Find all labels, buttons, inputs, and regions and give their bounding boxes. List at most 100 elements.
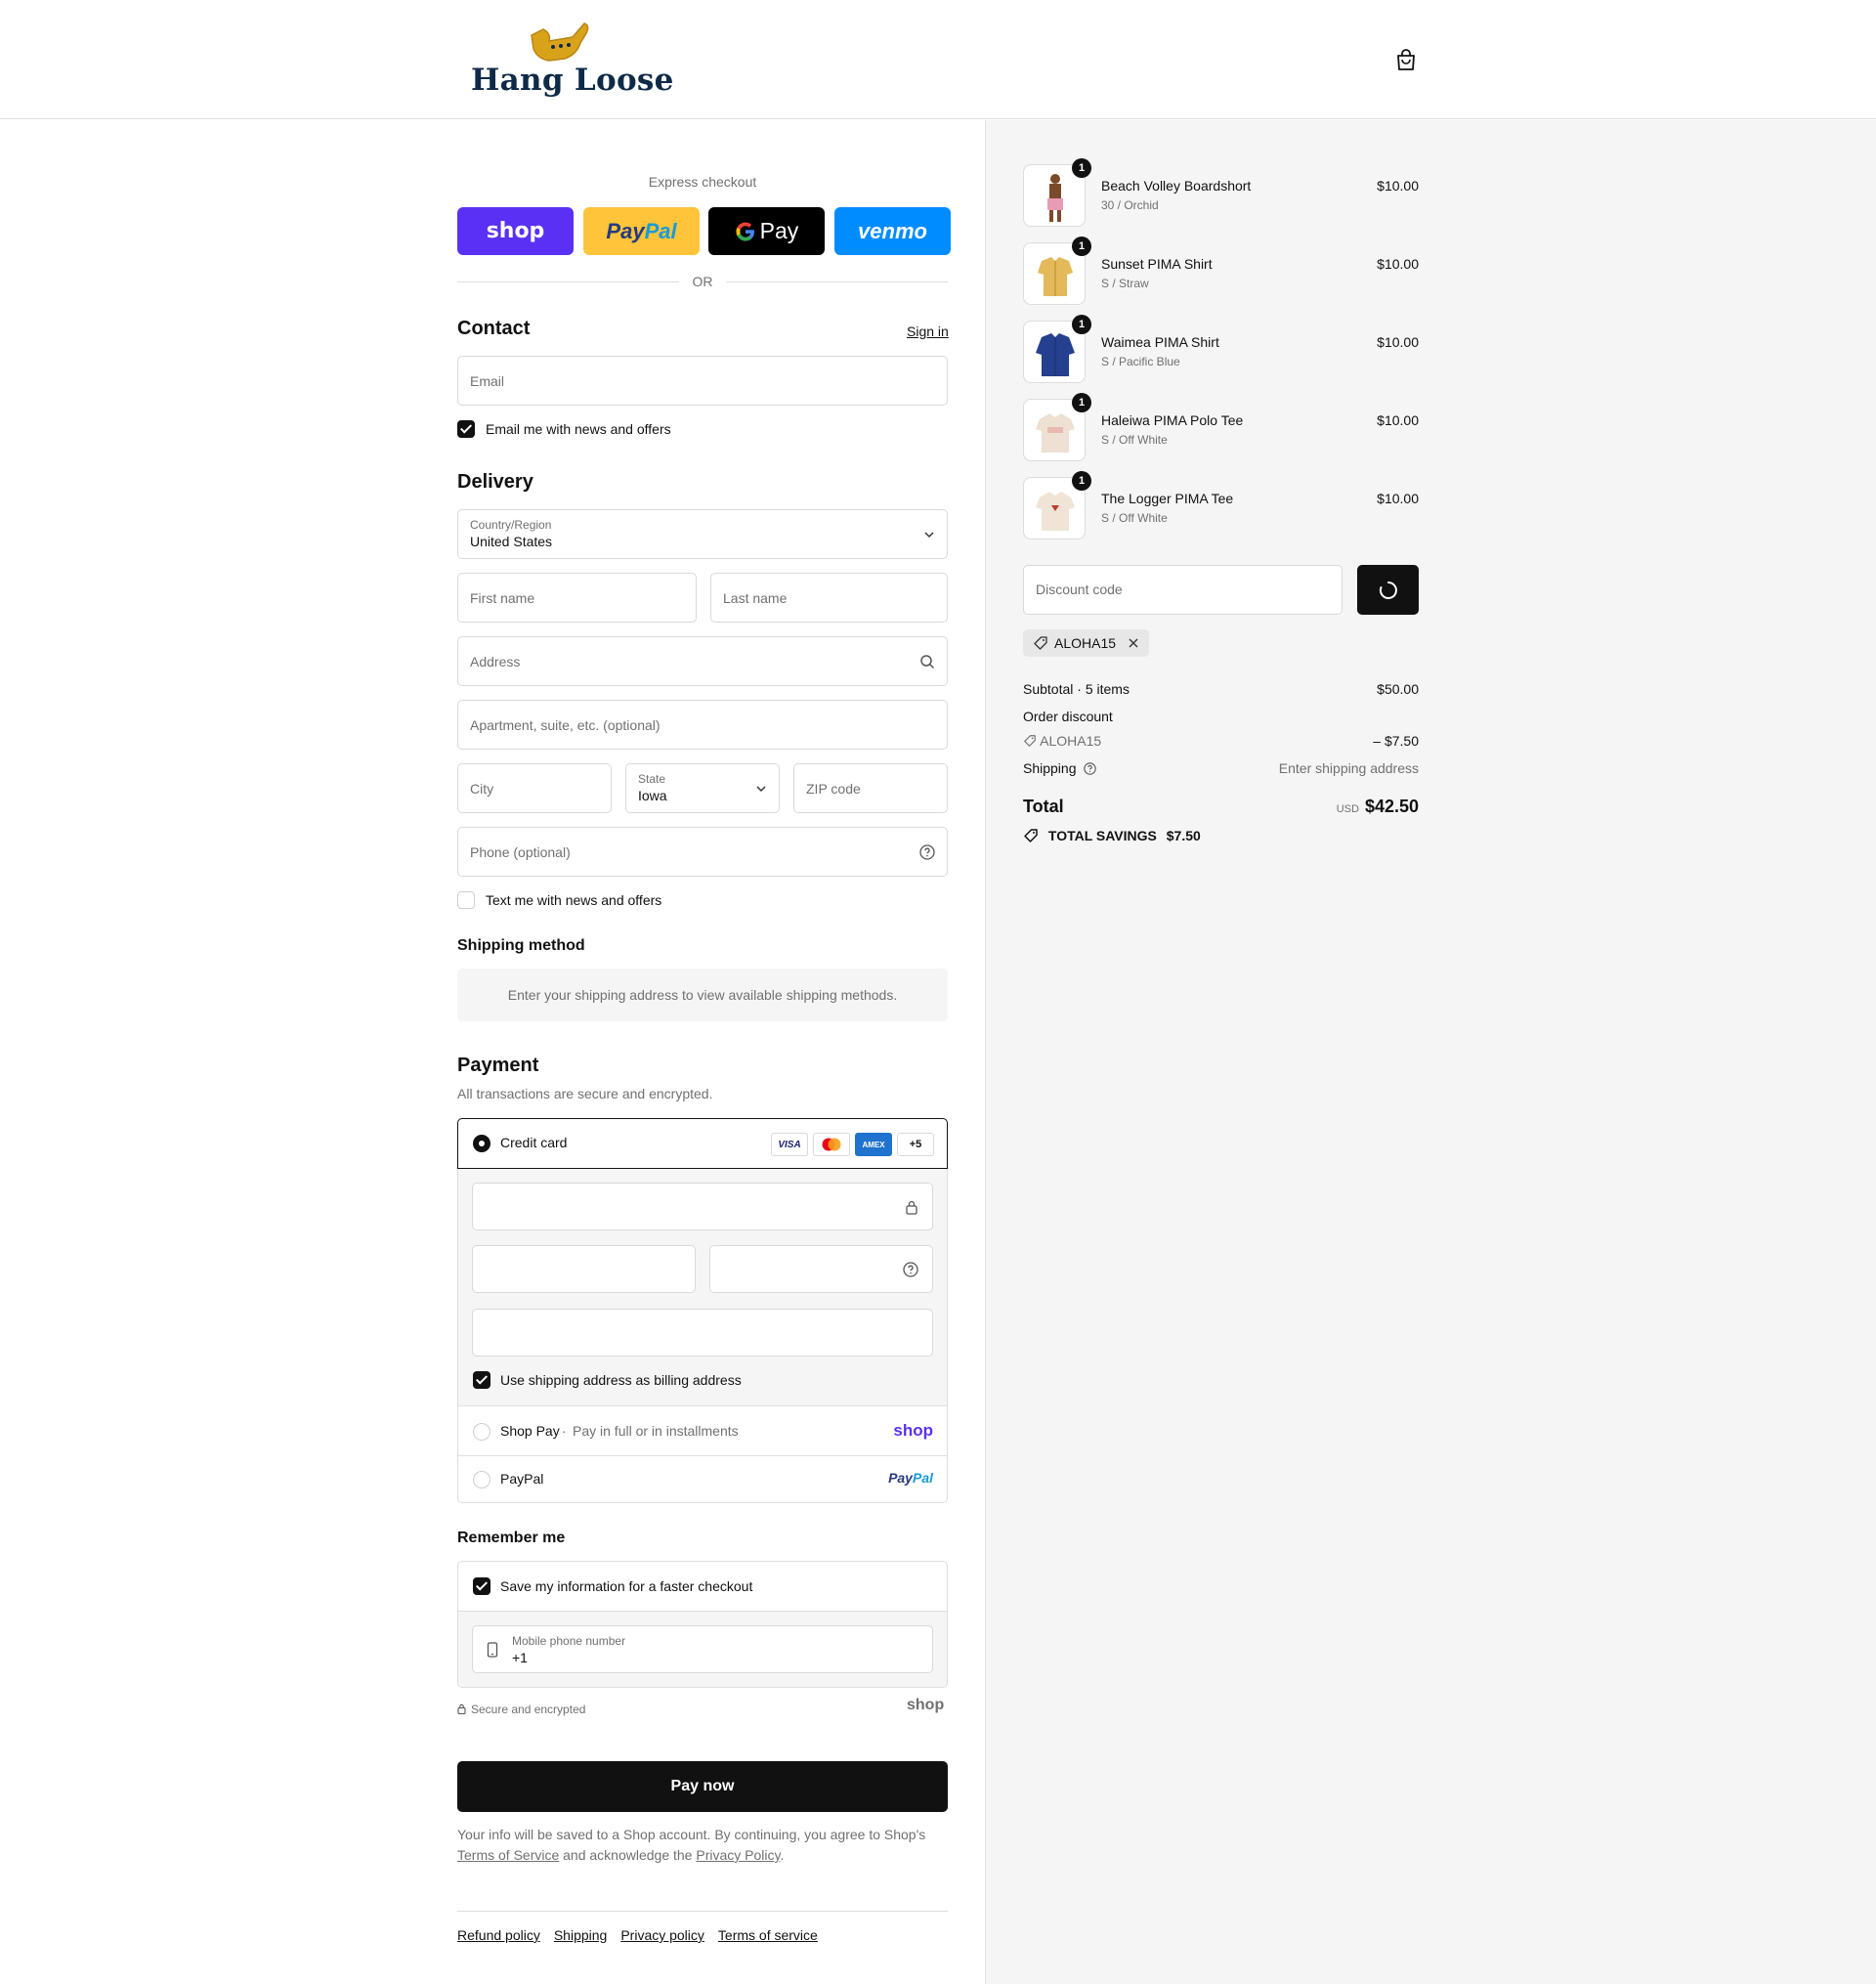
- sign-in-link[interactable]: Sign in: [907, 323, 949, 339]
- quantity-badge: 1: [1072, 237, 1091, 256]
- pay-now-button[interactable]: Pay now: [457, 1761, 948, 1812]
- country-label: Country/Region: [470, 518, 552, 532]
- card-name-field[interactable]: [472, 1309, 933, 1357]
- order-item: 1 Beach Volley Boardshort 30 / Orchid $10.0…: [1023, 158, 1419, 227]
- paypal-radio[interactable]: [473, 1471, 490, 1488]
- email-news-checkbox[interactable]: [457, 420, 475, 438]
- venmo-express-button[interactable]: venmo: [834, 207, 951, 255]
- brand-logo[interactable]: Hang Loose: [467, 18, 673, 102]
- shop-pay-express-button[interactable]: shop: [457, 207, 574, 255]
- shipping-label: Shipping: [1023, 760, 1077, 776]
- payment-heading: Payment: [457, 1055, 539, 1076]
- privacy-policy-link[interactable]: Privacy Policy: [696, 1847, 780, 1863]
- paypal-express-button[interactable]: Pay Pal: [583, 207, 700, 255]
- total-label: Total: [1023, 797, 1064, 816]
- shipping-method-info: Enter your shipping address to view avai…: [457, 969, 948, 1021]
- help-circle-icon[interactable]: [903, 1261, 918, 1277]
- google-pay-express-button[interactable]: Pay: [708, 207, 825, 255]
- email-field[interactable]: Email: [457, 356, 948, 406]
- text-news-label: Text me with news and offers: [486, 892, 662, 908]
- card-cvv-field[interactable]: [709, 1245, 933, 1293]
- chevron-down-icon: [756, 785, 766, 792]
- mobile-phone-field[interactable]: Mobile phone number +1: [472, 1625, 933, 1673]
- card-details-area: Use shipping address as billing address: [458, 1169, 947, 1406]
- zip-field[interactable]: ZIP code: [793, 763, 948, 813]
- subtotal-value: $50.00: [1377, 681, 1419, 697]
- paypal-option[interactable]: PayPal PayPal: [458, 1456, 947, 1503]
- terms-of-service-link[interactable]: Terms of Service: [457, 1847, 559, 1863]
- discount-amount: – $7.50: [1373, 733, 1419, 749]
- first-name-field[interactable]: First name: [457, 573, 697, 623]
- search-icon: [920, 654, 935, 669]
- subtotal-items: 5 items: [1085, 681, 1130, 697]
- google-g-icon: [736, 222, 754, 240]
- city-field[interactable]: City: [457, 763, 612, 813]
- product-variant: 30 / Orchid: [1101, 198, 1159, 212]
- total-savings-row: TOTAL SAVINGS $7.50: [1023, 828, 1419, 843]
- or-divider: OR: [457, 272, 948, 291]
- savings-value: $7.50: [1166, 828, 1201, 843]
- subtotal-row: Subtotal · 5 items $50.00: [1023, 681, 1419, 697]
- visa-icon: VISA: [771, 1133, 808, 1156]
- shipping-method-heading: Shipping method: [457, 937, 585, 954]
- remember-me-box: Save my information for a faster checkou…: [457, 1561, 948, 1688]
- order-discount-label: Order discount: [1023, 709, 1113, 724]
- order-item: 1 Waimea PIMA Shirt S / Pacific Blue $10.00: [1023, 315, 1419, 383]
- state-select[interactable]: State Iowa: [625, 763, 780, 813]
- secure-encrypted-text: Secure and encrypted: [471, 1703, 586, 1716]
- text-news-checkbox[interactable]: [457, 891, 475, 909]
- state-label: State: [638, 772, 666, 786]
- shop-pay-logo: shop: [486, 219, 545, 243]
- product-name: Waimea PIMA Shirt: [1101, 334, 1219, 350]
- more-cards-badge: +5: [897, 1133, 934, 1156]
- billing-same-label: Use shipping address as billing address: [500, 1372, 742, 1388]
- shop-logo: shop: [907, 1697, 945, 1713]
- help-circle-icon[interactable]: [919, 843, 935, 860]
- terms-of-service-link[interactable]: Terms of service: [718, 1927, 818, 1943]
- shop-pay-label: Shop Pay: [500, 1423, 560, 1439]
- apply-discount-button[interactable]: [1357, 565, 1419, 615]
- remember-me-heading: Remember me: [457, 1530, 566, 1546]
- product-price: $10.00: [1377, 412, 1419, 428]
- apartment-field[interactable]: Apartment, suite, etc. (optional): [457, 700, 948, 750]
- refund-policy-link[interactable]: Refund policy: [457, 1927, 540, 1943]
- product-price: $10.00: [1377, 178, 1419, 194]
- order-item: 1 Haleiwa PIMA Polo Tee S / Off White $10.0…: [1023, 393, 1419, 461]
- credit-card-option[interactable]: Credit card VISA AMEX +5: [457, 1118, 948, 1169]
- address-field[interactable]: Address: [457, 636, 948, 686]
- credit-card-label: Credit card: [500, 1135, 568, 1150]
- last-name-field[interactable]: Last name: [710, 573, 948, 623]
- apartment-placeholder: Apartment, suite, etc. (optional): [470, 716, 661, 733]
- chevron-down-icon: [924, 531, 934, 538]
- discount-code-field[interactable]: Discount code: [1023, 565, 1343, 615]
- discount-code-label: ALOHA15: [1040, 733, 1102, 749]
- product-name: Sunset PIMA Shirt: [1101, 256, 1213, 272]
- lock-icon: [457, 1704, 466, 1714]
- shop-pay-option[interactable]: Shop Pay · Pay in full or in installment…: [458, 1407, 947, 1455]
- close-icon[interactable]: [1128, 637, 1139, 649]
- phone-field[interactable]: Phone (optional): [457, 827, 948, 877]
- subtotal-label: Subtotal: [1023, 681, 1074, 697]
- shipping-policy-link[interactable]: Shipping: [554, 1927, 608, 1943]
- shopping-bag-icon[interactable]: [1395, 48, 1417, 71]
- or-text: OR: [692, 274, 713, 289]
- currency-code: USD: [1336, 803, 1359, 815]
- last-name-placeholder: Last name: [723, 589, 788, 606]
- total-row: Total USD $42.50: [1023, 797, 1419, 822]
- quantity-badge: 1: [1072, 471, 1091, 491]
- shop-pay-dot: ·: [562, 1423, 567, 1439]
- billing-same-checkbox[interactable]: [473, 1371, 490, 1389]
- save-info-checkbox[interactable]: [473, 1577, 490, 1595]
- card-expiry-field[interactable]: [472, 1245, 696, 1293]
- save-info-label: Save my information for a faster checkou…: [500, 1578, 753, 1594]
- product-name: Haleiwa PIMA Polo Tee: [1101, 412, 1244, 428]
- shop-pay-radio[interactable]: [473, 1423, 490, 1441]
- discount-row: ALOHA15 – $7.50: [1023, 733, 1419, 749]
- product-price: $10.00: [1377, 334, 1419, 350]
- credit-card-radio[interactable]: [473, 1135, 490, 1152]
- help-circle-icon[interactable]: [1084, 762, 1097, 775]
- country-select[interactable]: Country/Region United States: [457, 509, 948, 559]
- discount-tag-label: ALOHA15: [1054, 635, 1117, 651]
- privacy-policy-link[interactable]: Privacy policy: [620, 1927, 704, 1943]
- card-number-field[interactable]: [472, 1183, 933, 1230]
